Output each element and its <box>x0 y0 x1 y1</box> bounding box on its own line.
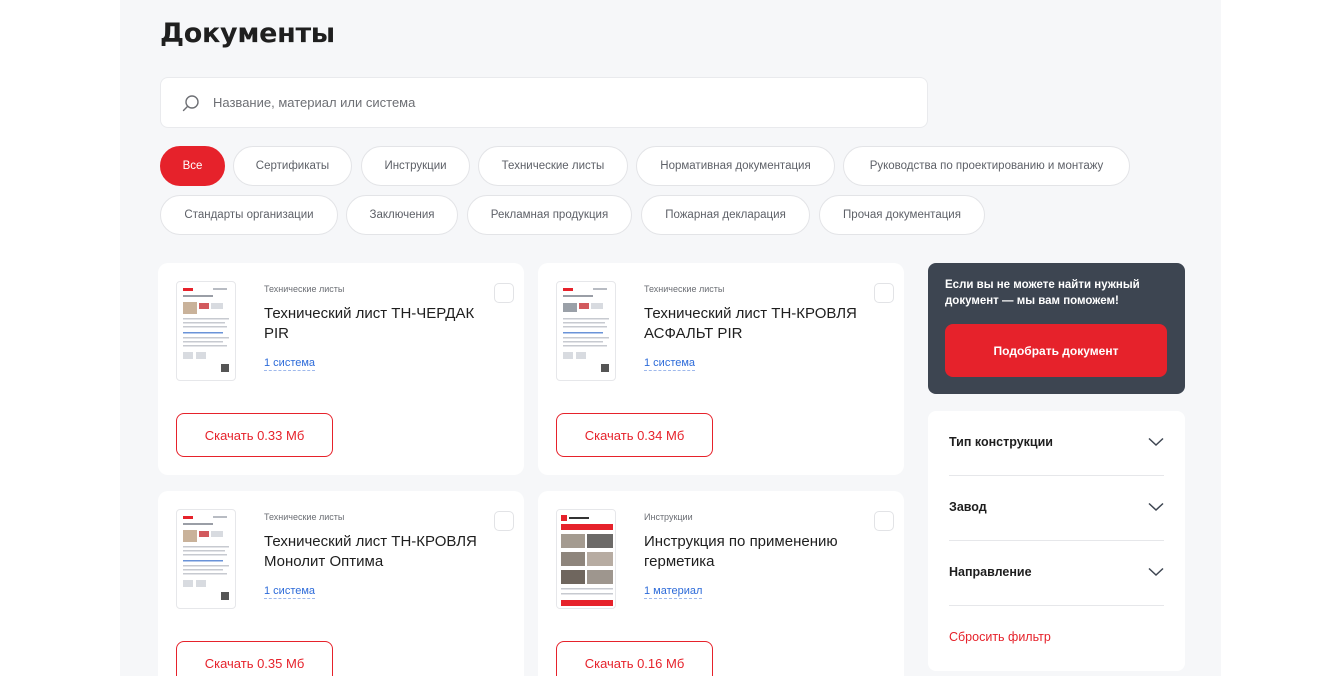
chip-tech-sheets[interactable]: Технические листы <box>478 146 628 186</box>
card-title[interactable]: Технический лист ТН-КРОВЛЯ АСФАЛЬТ PIR <box>644 304 864 344</box>
chip-design-guides[interactable]: Руководства по проектированию и монтажу <box>843 146 1130 186</box>
card-category: Технические листы <box>264 284 345 294</box>
download-button[interactable]: Скачать 0.34 Мб <box>556 413 713 457</box>
checkbox-icon[interactable] <box>494 511 514 531</box>
card-title[interactable]: Инструкция по применению герметика <box>644 532 864 572</box>
card-title[interactable]: Технический лист ТН-ЧЕРДАК PIR <box>264 304 484 344</box>
chevron-down-icon[interactable] <box>1148 502 1164 512</box>
chip-other-docs[interactable]: Прочая документация <box>819 195 985 235</box>
filter-construction-type[interactable]: Тип конструкции <box>949 411 1164 476</box>
card-category: Инструкции <box>644 512 693 522</box>
find-document-button[interactable]: Подобрать документ <box>945 324 1167 377</box>
reset-filter-link[interactable]: Сбросить фильтр <box>949 630 1051 644</box>
card-category: Технические листы <box>644 284 725 294</box>
chip-all[interactable]: Все <box>160 146 225 186</box>
filter-factory[interactable]: Завод <box>949 476 1164 541</box>
card-title[interactable]: Технический лист ТН-КРОВЛЯ Монолит Оптим… <box>264 532 484 572</box>
document-thumbnail-icon[interactable] <box>556 281 616 381</box>
filter-label: Тип конструкции <box>949 435 1053 449</box>
chip-promo-products[interactable]: Рекламная продукция <box>467 195 632 235</box>
document-card: Технические листы Технический лист ТН-ЧЕ… <box>158 263 524 475</box>
search-bar[interactable] <box>160 77 928 128</box>
sidebar-filters: Тип конструкции Завод Направление Сброси… <box>928 411 1185 671</box>
filter-label: Направление <box>949 565 1032 579</box>
card-systems-link[interactable]: 1 система <box>264 357 316 371</box>
card-systems-link[interactable]: 1 система <box>644 357 696 371</box>
filter-direction[interactable]: Направление <box>949 541 1164 606</box>
document-card: Инструкции Инструкция по применению герм… <box>538 491 904 676</box>
card-materials-link[interactable]: 1 материал <box>644 585 703 599</box>
search-input[interactable] <box>213 95 893 110</box>
download-button[interactable]: Скачать 0.35 Мб <box>176 641 333 676</box>
document-thumbnail-icon[interactable] <box>176 509 236 609</box>
search-icon <box>182 94 199 111</box>
card-category: Технические листы <box>264 512 345 522</box>
page-title: Документы <box>160 18 335 49</box>
checkbox-icon[interactable] <box>494 283 514 303</box>
filter-label: Завод <box>949 500 987 514</box>
download-button[interactable]: Скачать 0.33 Мб <box>176 413 333 457</box>
document-thumbnail-icon[interactable] <box>176 281 236 381</box>
chip-conclusions[interactable]: Заключения <box>346 195 458 235</box>
chip-certificates[interactable]: Сертификаты <box>233 146 352 186</box>
chip-instructions[interactable]: Инструкции <box>361 146 470 186</box>
chip-org-standards[interactable]: Стандарты организации <box>160 195 338 235</box>
card-systems-link[interactable]: 1 система <box>264 585 316 599</box>
help-panel: Если вы не можете найти нужный документ … <box>928 263 1185 394</box>
checkbox-icon[interactable] <box>874 283 894 303</box>
download-button[interactable]: Скачать 0.16 Мб <box>556 641 713 676</box>
chevron-down-icon[interactable] <box>1148 437 1164 447</box>
checkbox-icon[interactable] <box>874 511 894 531</box>
document-card: Технические листы Технический лист ТН-КР… <box>538 263 904 475</box>
help-text: Если вы не можете найти нужный документ … <box>945 279 1140 307</box>
instruction-thumbnail-icon[interactable] <box>556 509 616 609</box>
chevron-down-icon[interactable] <box>1148 567 1164 577</box>
chip-regulatory-docs[interactable]: Нормативная документация <box>636 146 835 186</box>
chip-fire-declaration[interactable]: Пожарная декларация <box>641 195 810 235</box>
document-card: Технические листы Технический лист ТН-КР… <box>158 491 524 676</box>
